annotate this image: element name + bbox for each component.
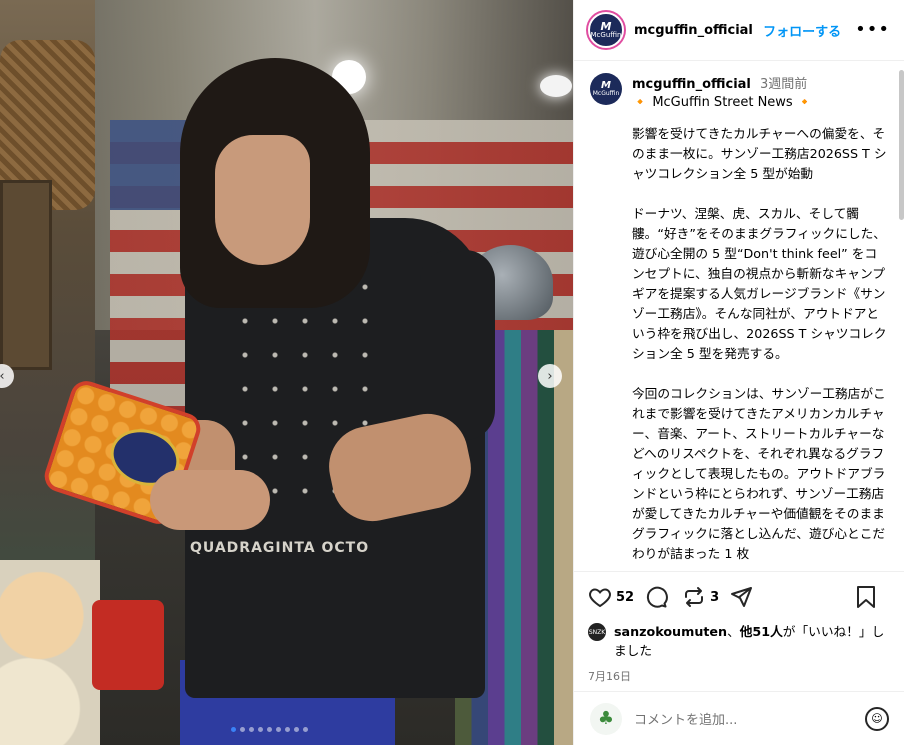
photo-tin-box: [0, 180, 52, 370]
like-count: 52: [616, 589, 635, 605]
photo-lamp-right: [540, 75, 572, 97]
carousel-dot[interactable]: [267, 727, 272, 732]
carousel-dot[interactable]: [240, 727, 245, 732]
save-button[interactable]: [855, 585, 881, 609]
photo-face: [215, 135, 310, 265]
caption-scrollbar[interactable]: [899, 70, 904, 220]
post-date[interactable]: 7月16日: [588, 668, 891, 684]
carousel-dots: [231, 727, 308, 732]
header-avatar-text: McGuffin: [590, 31, 622, 39]
caption-username[interactable]: mcguffin_official: [632, 77, 751, 92]
commenter-avatar: ♣: [590, 702, 622, 735]
header-username[interactable]: mcguffin_official: [634, 23, 753, 38]
post-side-panel: M McGuffin mcguffin_official フォローする ••• M…: [573, 0, 904, 745]
share-button[interactable]: [729, 585, 757, 609]
emoji-icon[interactable]: ☺: [865, 706, 889, 731]
carousel-dot[interactable]: [258, 727, 263, 732]
liked-by-others-link[interactable]: 他51人: [740, 624, 783, 639]
caption-area: M McGuffin mcguffin_official 3週間前 🔸 McGuf…: [574, 61, 904, 571]
header-avatar[interactable]: M McGuffin: [588, 12, 624, 48]
more-options-button[interactable]: •••: [855, 21, 890, 39]
photo-shirt-print-text: QUADRAGINTA OCTO: [190, 540, 370, 556]
carousel-dot[interactable]: [285, 727, 290, 732]
liked-by-separator: 、: [727, 624, 740, 639]
carousel-dot[interactable]: [303, 727, 308, 732]
repost-button[interactable]: 3: [682, 585, 719, 609]
carousel-dot[interactable]: [294, 727, 299, 732]
repost-icon: [685, 587, 704, 607]
follow-button[interactable]: フォローする: [763, 21, 841, 40]
caption-body: 影響を受けてきたカルチャーへの偏愛を、そのまま一枚に。サンゾー工務店2026SS…: [632, 126, 887, 561]
carousel-next-button[interactable]: ›: [538, 364, 562, 388]
caption-subtitle: 🔸 McGuffin Street News 🔸: [632, 95, 814, 110]
post-header: M McGuffin mcguffin_official フォローする •••: [574, 0, 904, 61]
liker-avatar[interactable]: SNZK: [588, 623, 606, 641]
carousel-dot[interactable]: [276, 727, 281, 732]
photo-sleeve: [420, 250, 495, 440]
post-actions: 52 3 SNZK sanzokoumuten、他51人が「いいね！」しました …: [574, 571, 904, 684]
caption-avatar[interactable]: M McGuffin: [590, 73, 622, 105]
post-photo[interactable]: QUADRAGINTA OCTO ‹ ›: [0, 0, 573, 745]
repost-count: 3: [710, 589, 720, 605]
heart-icon: [589, 588, 611, 608]
photo-hands: [150, 470, 270, 530]
caption-timestamp[interactable]: 3週間前: [760, 77, 807, 92]
liker-username[interactable]: sanzokoumuten: [614, 624, 727, 639]
carousel-dot[interactable]: [249, 727, 254, 732]
comment-bar: ♣ コメントを追加... ☺: [574, 691, 904, 745]
liked-by: SNZK sanzokoumuten、他51人が「いいね！」しました: [588, 622, 891, 660]
comment-input[interactable]: コメントを追加...: [634, 709, 737, 728]
photo-red-can: [92, 600, 164, 690]
like-button[interactable]: 52: [588, 585, 634, 609]
bookmark-icon: [857, 586, 875, 608]
carousel-dot[interactable]: [231, 727, 236, 732]
photo-jars: [0, 560, 100, 745]
comment-button[interactable]: [644, 585, 672, 609]
send-icon: [731, 587, 753, 607]
comment-icon: [647, 586, 668, 608]
caption-avatar-text: McGuffin: [592, 90, 620, 97]
